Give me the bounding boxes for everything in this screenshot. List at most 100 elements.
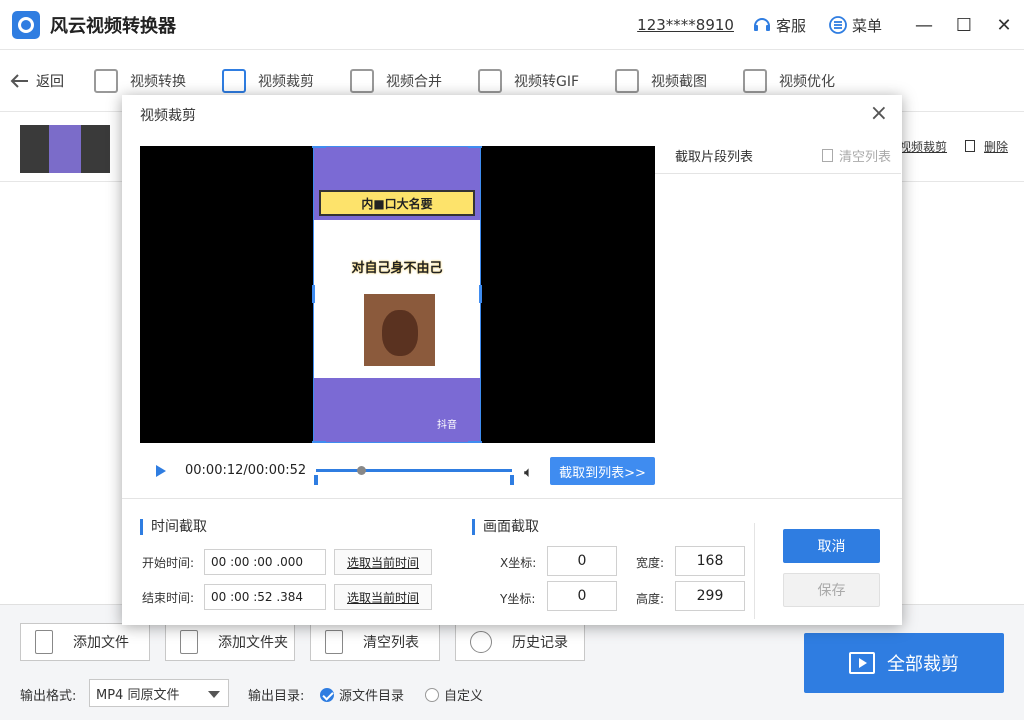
width-input[interactable]: 168 [675,546,745,576]
clock-icon [470,631,492,653]
save-button[interactable]: 保存 [783,573,880,607]
format-select[interactable]: MP4 同原文件 [89,679,229,707]
start-time-label: 开始时间: [142,556,195,570]
range-start-handle[interactable] [314,475,318,485]
app-logo-icon [12,10,40,39]
add-file-button[interactable]: 添加文件 [20,623,150,661]
height-input[interactable]: 299 [675,581,745,611]
format-label: 输出格式: [20,689,77,704]
radio-custom-dir[interactable]: 自定义 [425,685,483,704]
title-bar: 风云视频转换器 123****8910 客服 菜单 — ☐ ✕ [0,0,1024,50]
delete-label: 删除 [984,140,1009,154]
crop-handle-right[interactable] [479,285,482,303]
start-time-input[interactable]: 00 :00 :00 .000 [204,549,326,575]
tool-label: 视频转换 [130,73,186,90]
image-icon [615,68,640,93]
extract-to-list-button[interactable]: 截取到列表>> [550,457,655,485]
gif-icon [478,68,502,93]
radio-source-label: 源文件目录 [339,689,405,704]
crop-handle-top-left[interactable] [312,146,326,148]
play-icon [849,652,875,674]
video-merge-icon [350,68,374,93]
tool-video-convert[interactable]: 视频转换 [94,68,186,93]
y-input[interactable]: 0 [547,581,617,611]
progress-knob[interactable] [357,466,367,475]
folder-plus-icon [180,630,198,654]
headset-icon [753,18,770,31]
grab-start-time-button[interactable]: 选取当前时间 [334,549,432,575]
range-end-handle[interactable] [510,475,514,485]
y-label: Y坐标: [500,592,536,606]
trash-icon [325,630,343,654]
clear-clip-list-button[interactable]: 清空列表 [821,146,891,165]
sliders-icon [743,68,768,93]
video-crop-icon [222,68,246,93]
trash-icon [821,149,833,162]
add-folder-label: 添加文件夹 [218,635,288,651]
dialog-title: 视频裁剪 [140,108,196,124]
support-label: 客服 [775,16,806,35]
height-label: 高度: [636,592,665,606]
support-button[interactable]: 客服 [752,15,806,36]
close-window-icon[interactable]: ✕ [984,0,1024,50]
radio-checked-icon [320,687,334,702]
delete-link[interactable]: 删除 [962,138,1008,155]
tool-video-merge[interactable]: 视频合并 [350,68,442,93]
cancel-button[interactable]: 取消 [783,529,880,563]
minimize-icon[interactable]: — [904,0,944,50]
tool-video-to-gif[interactable]: 视频转GIF [478,68,580,93]
file-thumbnail [20,125,110,173]
format-value: MP4 同原文件 [96,687,180,703]
crop-handle-bottom-left[interactable] [312,441,326,443]
back-label: 返回 [36,73,64,90]
chevron-down-icon [208,691,220,698]
video-convert-icon [94,68,118,93]
tool-label: 视频合并 [386,73,442,90]
tool-video-optimize[interactable]: 视频优化 [743,68,836,93]
width-label: 宽度: [636,556,665,570]
add-folder-button[interactable]: 添加文件夹 [165,623,295,661]
radio-custom-label: 自定义 [444,689,484,704]
volume-icon[interactable]: 🔈︎ [524,463,533,481]
crop-handle-bottom-right[interactable] [468,441,482,443]
radio-source-dir[interactable]: 源文件目录 [320,685,404,704]
crop-handle-left[interactable] [312,285,315,303]
history-button[interactable]: 历史记录 [455,623,585,661]
play-icon[interactable] [156,465,166,477]
tool-label: 视频截图 [651,73,708,90]
tool-video-screenshot[interactable]: 视频截图 [615,68,708,93]
clear-clip-list-label: 清空列表 [838,150,891,165]
crop-handle-top-right[interactable] [468,146,482,148]
end-time-input[interactable]: 00 :00 :52 .384 [204,584,326,610]
x-input[interactable]: 0 [547,546,617,576]
crop-link[interactable]: 视频裁剪 [899,138,947,155]
arrow-left-icon [10,73,28,88]
clip-list-header: 截取片段列表 清空列表 [655,146,901,174]
grab-end-time-button[interactable]: 选取当前时间 [334,584,432,610]
crop-all-button[interactable]: 全部裁剪 [804,633,1004,693]
x-label: X坐标: [500,556,537,570]
crop-all-label: 全部裁剪 [887,654,959,675]
app-title: 风云视频转换器 [50,15,176,37]
close-icon[interactable]: × [870,101,888,126]
crop-frame[interactable] [312,146,482,443]
clip-list-title: 截取片段列表 [675,150,754,165]
frame-section-title: 画面截取 [472,519,539,535]
account-link[interactable]: 123****8910 [637,16,734,34]
tool-label: 视频转GIF [514,73,580,90]
video-preview[interactable]: 内■口大名要 对自己身不由己 抖音 [140,146,655,443]
end-time-label: 结束时间: [142,591,195,605]
radio-unchecked-icon [425,687,439,702]
maximize-icon[interactable]: ☐ [944,0,984,50]
tool-video-crop[interactable]: 视频裁剪 [222,68,314,93]
time-section-title: 时间截取 [140,519,207,535]
menu-label: 菜单 [851,16,882,35]
progress-slider[interactable] [314,466,514,485]
vertical-divider [754,523,755,619]
output-label: 输出目录: [248,689,305,704]
history-label: 历史记录 [512,635,568,651]
clear-list-button[interactable]: 清空列表 [310,623,440,661]
tool-label: 视频优化 [779,73,836,90]
menu-button[interactable]: 菜单 [828,15,882,36]
back-button[interactable]: 返回 [10,71,64,91]
